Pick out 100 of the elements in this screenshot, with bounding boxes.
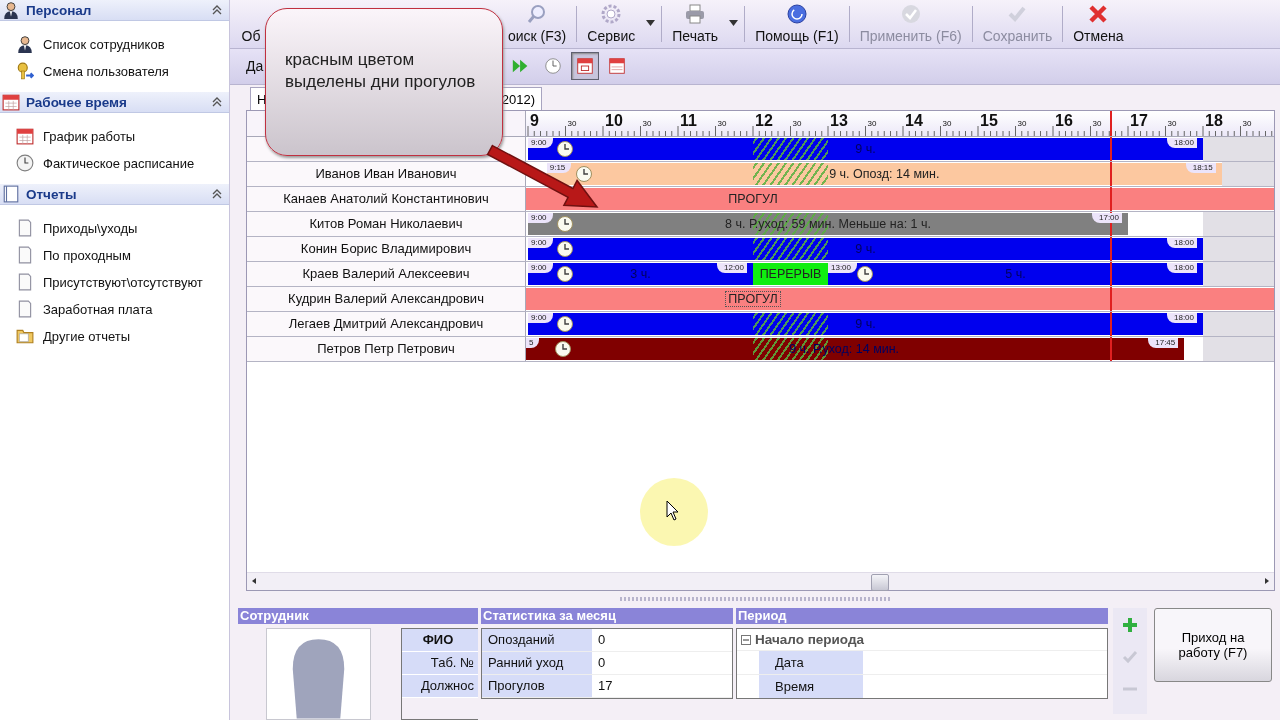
sidebar-item[interactable]: Приходы\уходы [16,219,229,237]
absence-bar[interactable]: ПРОГУЛ [526,288,1274,311]
time-label: 9 [530,112,539,131]
clock-icon [574,165,593,184]
time-label: 30 [867,119,877,129]
sidebar-item[interactable]: По проходным [16,246,229,264]
printer-icon [684,3,707,25]
group-header[interactable]: Персонал [0,0,229,21]
off-hours [1221,162,1274,187]
clock-icon [16,154,34,172]
start-time-tag: 9:15 [546,163,572,174]
sidebar-item[interactable]: Заработная плата [16,300,229,318]
collapse-icon[interactable] [741,634,751,645]
start-time-tag: 9:00 [528,238,553,249]
employee-name: Канаев Анатолий Константинович [247,187,526,212]
toolbar-button[interactable]: Об [238,0,262,48]
clock-icon [556,215,574,234]
person-icon [2,1,20,19]
scrollbar-thumb[interactable] [871,573,889,591]
time-label: 30 [942,119,952,129]
start-time-tag: 9:00 [528,213,553,224]
collapse-icon[interactable] [211,4,223,16]
collapse-icon[interactable] [211,96,223,108]
off-hours [1203,237,1274,262]
bar-label: 3 ч. [629,267,652,282]
sidebar-item[interactable]: Смена пользователя [16,62,229,80]
bar-label: 9 ч. [854,242,877,257]
cursor-icon [666,500,680,522]
section-header: Статистика за месяц [481,608,733,624]
toolbar-button[interactable]: Помощь (F1) [745,0,849,48]
calendar-icon [2,93,20,111]
calendar-icon [16,127,34,145]
clock-icon [556,315,574,334]
key-icon [16,62,34,80]
toolbar-button[interactable]: оиск (F3) [508,0,577,48]
caret-icon [646,20,656,26]
end-time-tag: 18:00 [1167,238,1198,249]
clock-icon [556,265,574,284]
stat-label: Опозданий [482,629,592,651]
toolbar-label: Да [246,58,264,75]
sidebar-item[interactable]: Список сотрудников [16,35,229,53]
bar-label: 5 ч. [1004,267,1027,282]
view-button[interactable] [571,52,600,81]
time-label: 17 [1130,112,1148,131]
time-label: 30 [717,119,727,129]
toolbar-button[interactable]: Отмена [1063,0,1134,48]
group-header[interactable]: Рабочее время [0,92,229,113]
break-bar[interactable]: ПЕРЕРЫВ [753,263,828,286]
close-icon [1087,3,1110,25]
sidebar-item[interactable]: Другие отчеты [16,327,229,345]
employee-name: Иванов Иван Иванович [247,162,526,187]
person-icon [16,35,34,53]
minus-icon [1123,687,1137,691]
start-time-tag: 9:00 [528,313,553,324]
sidebar-item[interactable]: Присутствуют\отсутствуют [16,273,229,291]
toolbar-button[interactable]: Сервис [577,0,662,48]
stat-label: Ранний уход [482,652,592,674]
sidebar-item[interactable]: График работы [16,127,229,145]
section-header: Период [736,608,1108,624]
end-time-tag: 18:15 [1185,163,1216,174]
bar-label: ПРОГУЛ [727,192,779,207]
check-circle-icon [899,3,922,25]
employee-name: Китов Роман Николаевич [247,212,526,237]
bar-label: 8 ч. Р.уход: 59 мин. Меньше на: 1 ч. [724,217,932,232]
off-hours [1203,262,1274,287]
clock-icon [543,56,564,77]
collapse-icon[interactable] [211,188,223,200]
field-label: Дата [759,651,863,674]
end-time-tag: 12:00 [717,263,748,274]
group-header[interactable]: Отчеты [0,184,229,205]
toolbar-button[interactable]: Печать [662,0,745,48]
employee-name: Конин Борис Владимирович [247,237,526,262]
end-time-tag: 18:00 [1167,263,1198,274]
clock-in-button[interactable]: Приход на работу (F7) [1154,608,1272,682]
time-label: 12 [755,112,773,131]
absence-bar[interactable]: ПРОГУЛ [526,188,1274,211]
stat-label: Прогулов [482,675,592,697]
field-label: Время [759,675,863,698]
bar-label: 9 ч. Опозд: 14 мин. [828,167,941,182]
splitter-grip[interactable] [620,597,890,602]
employee-name: Кудрин Валерий Александрович [247,287,526,312]
end-time-tag: 18:00 [1167,313,1198,324]
time-label: 13 [830,112,848,131]
settings-icon [600,3,623,25]
time-label: 18 [1205,112,1223,131]
time-label: 11 [680,112,697,131]
off-hours [1203,337,1274,362]
calendar-icon [575,56,596,77]
sidebar-item[interactable]: Фактическое расписание [16,154,229,172]
callout-tooltip: красным цветом выделены дни прогулов [265,8,503,156]
start-time-tag: 5 [526,338,540,349]
clock-icon [554,340,572,359]
page-icon [16,300,34,318]
bar-label: 9 ч. [854,142,877,157]
time-label: 30 [1092,119,1102,129]
employee-name: Легаев Дмитрий Александрович [247,312,526,337]
time-label: 10 [605,112,623,131]
time-label: 15 [980,112,998,131]
time-label: 14 [905,112,923,131]
plus-icon [1121,616,1139,634]
